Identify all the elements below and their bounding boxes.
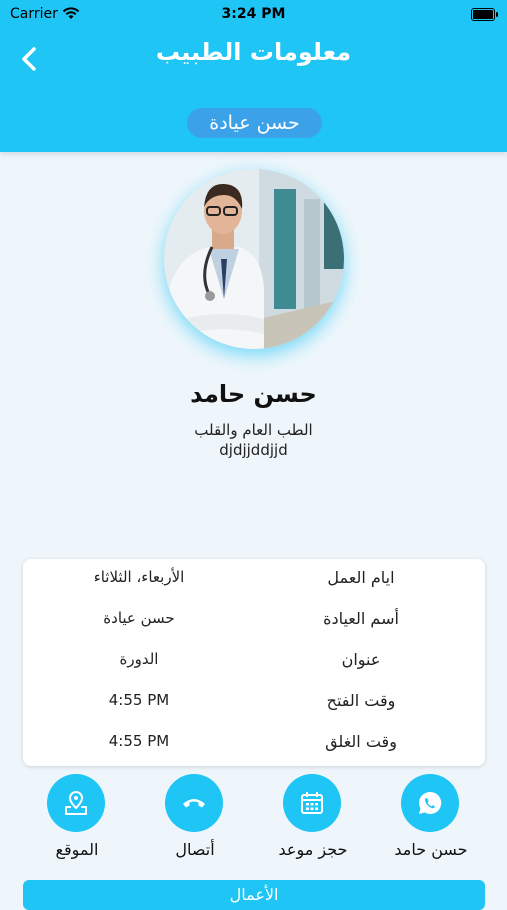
info-row-open-time: وقت الفتح 4:55 PM — [23, 691, 485, 721]
info-value: 4:55 PM — [108, 732, 170, 750]
book-appointment-button[interactable]: حجز موعد — [253, 774, 373, 864]
doctor-name: حسن حامد — [190, 380, 317, 408]
call-button[interactable]: أتصال — [135, 774, 255, 864]
page-title: معلومات الطبيب — [155, 38, 352, 66]
info-row-work-days: ايام العمل الأربعاء، الثلاثاء — [23, 568, 485, 598]
info-value: حسن عيادة — [103, 609, 175, 627]
whatsapp-icon — [401, 774, 459, 832]
doctor-avatar — [164, 169, 344, 349]
battery-icon — [471, 8, 498, 21]
action-label: حسن حامد — [394, 840, 468, 859]
location-icon — [47, 774, 105, 832]
works-button[interactable]: الأعمال — [23, 880, 485, 910]
info-label: وقت الغلق — [325, 732, 397, 751]
action-label: أتصال — [175, 840, 215, 859]
info-label: عنوان — [341, 650, 381, 669]
status-bar: Carrier 3:24 PM — [0, 6, 507, 26]
info-card: ايام العمل الأربعاء، الثلاثاء أسم العياد… — [23, 559, 485, 766]
doctor-subtitle: djdjjddjjd — [219, 441, 288, 459]
app-header: Carrier 3:24 PM معلومات الطبيب حسن عيادة — [0, 0, 507, 152]
clock: 3:24 PM — [221, 6, 286, 22]
info-row-address: عنوان الدورة — [23, 650, 485, 680]
calendar-icon — [283, 774, 341, 832]
info-label: وقت الفتح — [326, 691, 396, 710]
whatsapp-button[interactable]: حسن حامد — [371, 774, 491, 864]
info-value: 4:55 PM — [108, 691, 170, 709]
info-label: أسم العيادة — [323, 609, 399, 628]
doctor-specialty: الطب العام والقلب — [194, 421, 313, 439]
info-row-close-time: وقت الغلق 4:55 PM — [23, 732, 485, 762]
clinic-pill: حسن عيادة — [187, 108, 322, 138]
info-value: الدورة — [119, 650, 159, 668]
info-value: الأربعاء، الثلاثاء — [93, 568, 185, 586]
action-label: الموقع — [55, 840, 99, 859]
info-row-clinic-name: أسم العيادة حسن عيادة — [23, 609, 485, 639]
info-label: ايام العمل — [327, 568, 395, 587]
location-button[interactable]: الموقع — [17, 774, 137, 864]
phone-icon — [165, 774, 223, 832]
action-label: حجز موعد — [278, 840, 348, 859]
